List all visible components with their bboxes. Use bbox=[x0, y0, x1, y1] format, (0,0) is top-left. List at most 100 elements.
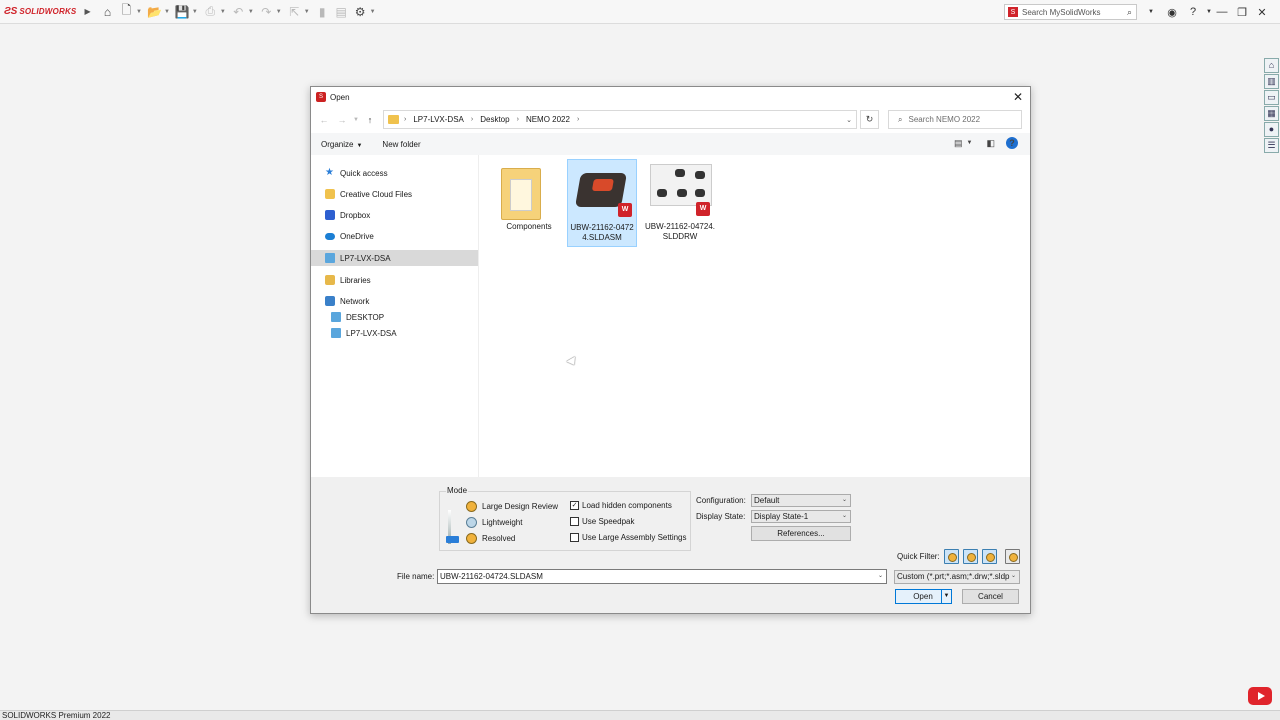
file-name-value: UBW-21162-04724.SLDASM bbox=[440, 572, 543, 581]
checkbox-icon[interactable] bbox=[570, 517, 579, 526]
organize-button[interactable]: Organize ▼ bbox=[311, 140, 372, 149]
appearances-icon[interactable]: ● bbox=[1264, 122, 1279, 137]
new-folder-button[interactable]: New folder bbox=[372, 140, 430, 149]
breadcrumb-separator-icon[interactable]: › bbox=[404, 116, 406, 123]
open-dropdown-icon[interactable]: ▼ bbox=[941, 589, 952, 604]
filter-top-level-assemblies-icon[interactable] bbox=[1005, 549, 1020, 564]
forward-arrow-icon[interactable]: → bbox=[333, 111, 351, 129]
view-palette-icon[interactable]: ▦ bbox=[1264, 106, 1279, 121]
recent-locations-icon[interactable]: ▼ bbox=[351, 111, 361, 129]
nav-item-onedrive[interactable]: OneDrive bbox=[325, 228, 374, 244]
refresh-icon[interactable]: ↻ bbox=[860, 110, 879, 129]
redo-dropdown-icon[interactable]: ▼ bbox=[276, 9, 282, 15]
filter-assemblies-icon[interactable] bbox=[963, 549, 978, 564]
select-icon[interactable]: ⇱ bbox=[287, 4, 302, 19]
dropbox-icon bbox=[325, 210, 335, 220]
configuration-select[interactable]: Default ⌄ bbox=[751, 494, 851, 507]
nav-item-libraries[interactable]: Libraries bbox=[325, 272, 371, 288]
mode-lightweight[interactable]: Lightweight bbox=[466, 517, 522, 528]
dialog-title: Open bbox=[330, 92, 350, 102]
file-item-drawing[interactable]: W UBW-21162-04724.SLDDRW bbox=[645, 159, 715, 242]
use-speedpak-checkbox[interactable]: Use Speedpak bbox=[570, 517, 634, 526]
filter-parts-icon[interactable] bbox=[944, 549, 959, 564]
mode-resolved[interactable]: Resolved bbox=[466, 533, 515, 544]
select-dropdown-icon[interactable]: ▼ bbox=[304, 9, 310, 15]
references-button[interactable]: References... bbox=[751, 526, 851, 541]
filter-drawings-icon[interactable] bbox=[982, 549, 997, 564]
nav-item-dropbox[interactable]: Dropbox bbox=[325, 207, 370, 223]
chevron-down-icon: ⌄ bbox=[841, 497, 847, 503]
user-account-icon[interactable]: ◉ bbox=[1164, 4, 1180, 20]
options-gear-icon[interactable]: ⚙ bbox=[353, 4, 368, 19]
open-folder-icon[interactable]: 📂 bbox=[147, 4, 162, 19]
solidworks-resources-icon[interactable]: ⌂ bbox=[1264, 58, 1279, 73]
checkbox-checked-icon[interactable]: ✓ bbox=[570, 501, 579, 510]
address-dropdown-icon[interactable]: ⌄ bbox=[846, 116, 852, 124]
options-dropdown-icon[interactable]: ▼ bbox=[370, 9, 376, 15]
mode-label: Resolved bbox=[482, 534, 516, 543]
breadcrumb-item[interactable]: Desktop bbox=[480, 115, 509, 124]
youtube-subscribe-icon[interactable] bbox=[1248, 687, 1272, 705]
folder-search-input[interactable]: ⌕ Search NEMO 2022 bbox=[888, 110, 1022, 129]
custom-properties-icon[interactable]: ☰ bbox=[1264, 138, 1279, 153]
help-icon[interactable]: ? bbox=[1005, 137, 1018, 149]
display-state-select[interactable]: Display State-1 ⌄ bbox=[751, 510, 851, 523]
undo-dropdown-icon[interactable]: ▼ bbox=[248, 9, 254, 15]
back-arrow-icon[interactable]: ← bbox=[315, 111, 333, 129]
new-dropdown-icon[interactable]: ▼ bbox=[136, 9, 142, 15]
nav-item-this-pc[interactable]: LP7-LVX-DSA bbox=[311, 250, 478, 266]
breadcrumb-item[interactable]: NEMO 2022 bbox=[526, 115, 570, 124]
open-dropdown-icon[interactable]: ▼ bbox=[164, 9, 170, 15]
rebuild-icon[interactable]: ▮ bbox=[315, 4, 330, 19]
breadcrumb-separator-icon[interactable]: › bbox=[471, 116, 473, 123]
mode-large-design-review[interactable]: Large Design Review bbox=[466, 501, 558, 512]
close-icon[interactable]: ✕ bbox=[1010, 89, 1026, 105]
cancel-button[interactable]: Cancel bbox=[962, 589, 1019, 604]
redo-icon[interactable]: ↷ bbox=[259, 4, 274, 19]
minimize-icon[interactable]: — bbox=[1212, 4, 1232, 20]
nav-item-network[interactable]: Network bbox=[325, 293, 369, 309]
view-dropdown-icon[interactable]: ▼ bbox=[967, 140, 973, 146]
display-state-value: Display State-1 bbox=[754, 512, 809, 521]
mode-slider-handle[interactable] bbox=[446, 536, 459, 543]
print-dropdown-icon[interactable]: ▼ bbox=[220, 9, 226, 15]
file-type-select[interactable]: Custom (*.prt;*.asm;*.drw;*.sldp ⌄ bbox=[894, 570, 1020, 584]
new-document-icon[interactable]: 🗋 bbox=[119, 3, 134, 19]
mysolidworks-search[interactable]: S Search MySolidWorks ⌕ bbox=[1004, 4, 1137, 20]
design-library-icon[interactable]: ▥ bbox=[1264, 74, 1279, 89]
undo-icon[interactable]: ↶ bbox=[231, 4, 246, 19]
breadcrumb-separator-icon[interactable]: › bbox=[577, 116, 579, 123]
save-icon[interactable]: 💾 bbox=[175, 4, 190, 19]
up-arrow-icon[interactable]: ↑ bbox=[361, 111, 379, 129]
solidworks-app-icon: S bbox=[316, 92, 326, 102]
file-explorer-icon[interactable]: ▭ bbox=[1264, 90, 1279, 105]
checkbox-icon[interactable] bbox=[570, 533, 579, 542]
nav-item-desktop[interactable]: DESKTOP bbox=[331, 309, 384, 325]
change-view-icon[interactable]: ▤ bbox=[954, 138, 963, 149]
file-name-input[interactable]: UBW-21162-04724.SLDASM ⌄ bbox=[437, 569, 887, 584]
large-assembly-settings-checkbox[interactable]: Use Large Assembly Settings bbox=[570, 533, 687, 542]
file-properties-icon[interactable]: ▤ bbox=[334, 4, 349, 19]
close-app-icon[interactable]: ✕ bbox=[1252, 4, 1272, 20]
nav-item-creative-cloud[interactable]: Creative Cloud Files bbox=[325, 186, 412, 202]
menu-expand-icon[interactable]: ▶ bbox=[84, 7, 90, 16]
file-item-assembly[interactable]: W UBW-21162-04724.SLDASM bbox=[567, 159, 637, 247]
help-icon[interactable]: ? bbox=[1185, 4, 1201, 20]
load-hidden-components-checkbox[interactable]: ✓ Load hidden components bbox=[570, 501, 672, 510]
file-item-components[interactable]: Components bbox=[494, 159, 564, 232]
print-icon[interactable]: ⎙ bbox=[203, 4, 218, 19]
save-dropdown-icon[interactable]: ▼ bbox=[192, 9, 198, 15]
preview-pane-icon[interactable]: ◧ bbox=[986, 138, 995, 149]
restore-icon[interactable]: ❐ bbox=[1232, 4, 1252, 20]
breadcrumb-separator-icon[interactable]: › bbox=[517, 116, 519, 123]
solidworks-logo[interactable]: ƧS SOLIDWORKS ▶ bbox=[0, 0, 98, 24]
nav-item-label: Libraries bbox=[340, 275, 371, 285]
nav-item-lp7[interactable]: LP7-LVX-DSA bbox=[331, 325, 397, 341]
nav-item-quick-access[interactable]: ★ Quick access bbox=[325, 165, 388, 181]
search-icon[interactable]: ⌕ bbox=[1127, 7, 1132, 18]
breadcrumb-item[interactable]: LP7-LVX-DSA bbox=[413, 115, 464, 124]
search-dropdown-icon[interactable]: ▼ bbox=[1143, 4, 1159, 20]
chevron-down-icon[interactable]: ⌄ bbox=[878, 570, 883, 583]
home-icon[interactable]: ⌂ bbox=[100, 4, 115, 19]
address-bar[interactable]: › LP7-LVX-DSA › Desktop › NEMO 2022 › ⌄ bbox=[383, 110, 857, 129]
